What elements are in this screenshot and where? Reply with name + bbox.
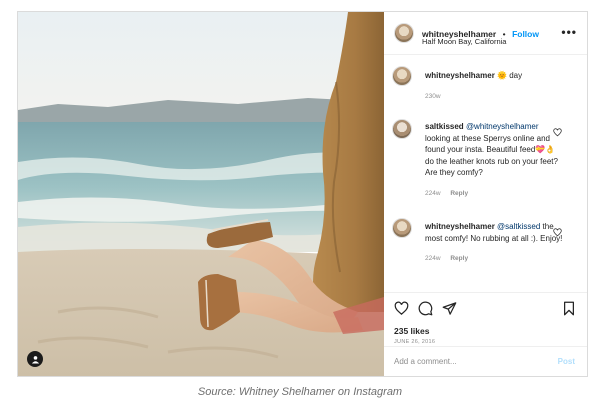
add-comment-input[interactable]: Add a comment... xyxy=(394,357,457,366)
comment-meta: 230w xyxy=(425,91,565,103)
comment-age[interactable]: 224w xyxy=(425,255,441,262)
comment-list: whitneyshelhamer 🌞 day 230w saltkissed @… xyxy=(384,55,587,285)
comment-username[interactable]: whitneyshelhamer xyxy=(425,71,495,80)
comment-meta: 224w Reply xyxy=(425,253,565,265)
comment-age[interactable]: 230w xyxy=(425,93,441,100)
bookmark-icon[interactable] xyxy=(562,301,576,321)
beach-scene-image xyxy=(18,12,384,376)
post-header: whitneyshelhamer • Follow Half Moon Bay,… xyxy=(384,12,587,55)
comment-meta: 224w Reply xyxy=(425,188,565,200)
comment-mention[interactable]: @whitneyshelhamer xyxy=(466,122,539,131)
comment-username[interactable]: saltkissed xyxy=(425,122,464,131)
comment-like-icon[interactable] xyxy=(553,224,562,242)
share-icon[interactable] xyxy=(442,301,457,321)
commenter-avatar[interactable] xyxy=(392,218,412,238)
likes-count[interactable]: 235 likes xyxy=(394,326,429,336)
post-location[interactable]: Half Moon Bay, California xyxy=(422,37,506,46)
owner-avatar[interactable] xyxy=(394,23,414,43)
comment-like-icon[interactable] xyxy=(553,124,562,142)
follow-button[interactable]: Follow xyxy=(512,29,539,39)
comment-age[interactable]: 224w xyxy=(425,190,441,197)
comment-username[interactable]: whitneyshelhamer xyxy=(425,222,495,231)
post-side-panel: whitneyshelhamer • Follow Half Moon Bay,… xyxy=(384,12,587,376)
reply-button[interactable]: Reply xyxy=(450,190,468,197)
commenter-avatar[interactable] xyxy=(392,66,412,86)
post-comment-button[interactable]: Post xyxy=(558,357,575,366)
comment-body: whitneyshelhamer 🌞 day 230w xyxy=(425,70,565,102)
add-comment-bar: Add a comment... Post xyxy=(384,346,587,377)
image-source-caption: Source: Whitney Shelhamer on Instagram xyxy=(197,386,403,398)
comment-text: 🌞 day xyxy=(497,71,523,80)
instagram-post: whitneyshelhamer • Follow Half Moon Bay,… xyxy=(17,11,588,377)
comment-body: saltkissed @whitneyshelhamer looking at … xyxy=(425,121,565,199)
user-tag-icon[interactable] xyxy=(27,351,43,367)
reply-button[interactable]: Reply xyxy=(450,255,468,262)
commenter-avatar[interactable] xyxy=(392,119,412,139)
comment-body: whitneyshelhamer @saltkissed the most co… xyxy=(425,221,565,265)
heart-icon[interactable] xyxy=(394,301,409,321)
action-bar: 235 likes JUNE 26, 2016 xyxy=(384,292,587,345)
post-photo[interactable] xyxy=(18,12,384,376)
comment-mention[interactable]: @saltkissed xyxy=(497,222,540,231)
more-icon[interactable]: ••• xyxy=(561,25,577,39)
comment-icon[interactable] xyxy=(418,301,433,321)
comment-text: looking at these Sperrys online and foun… xyxy=(425,133,558,178)
post-date[interactable]: JUNE 26, 2016 xyxy=(394,339,435,345)
